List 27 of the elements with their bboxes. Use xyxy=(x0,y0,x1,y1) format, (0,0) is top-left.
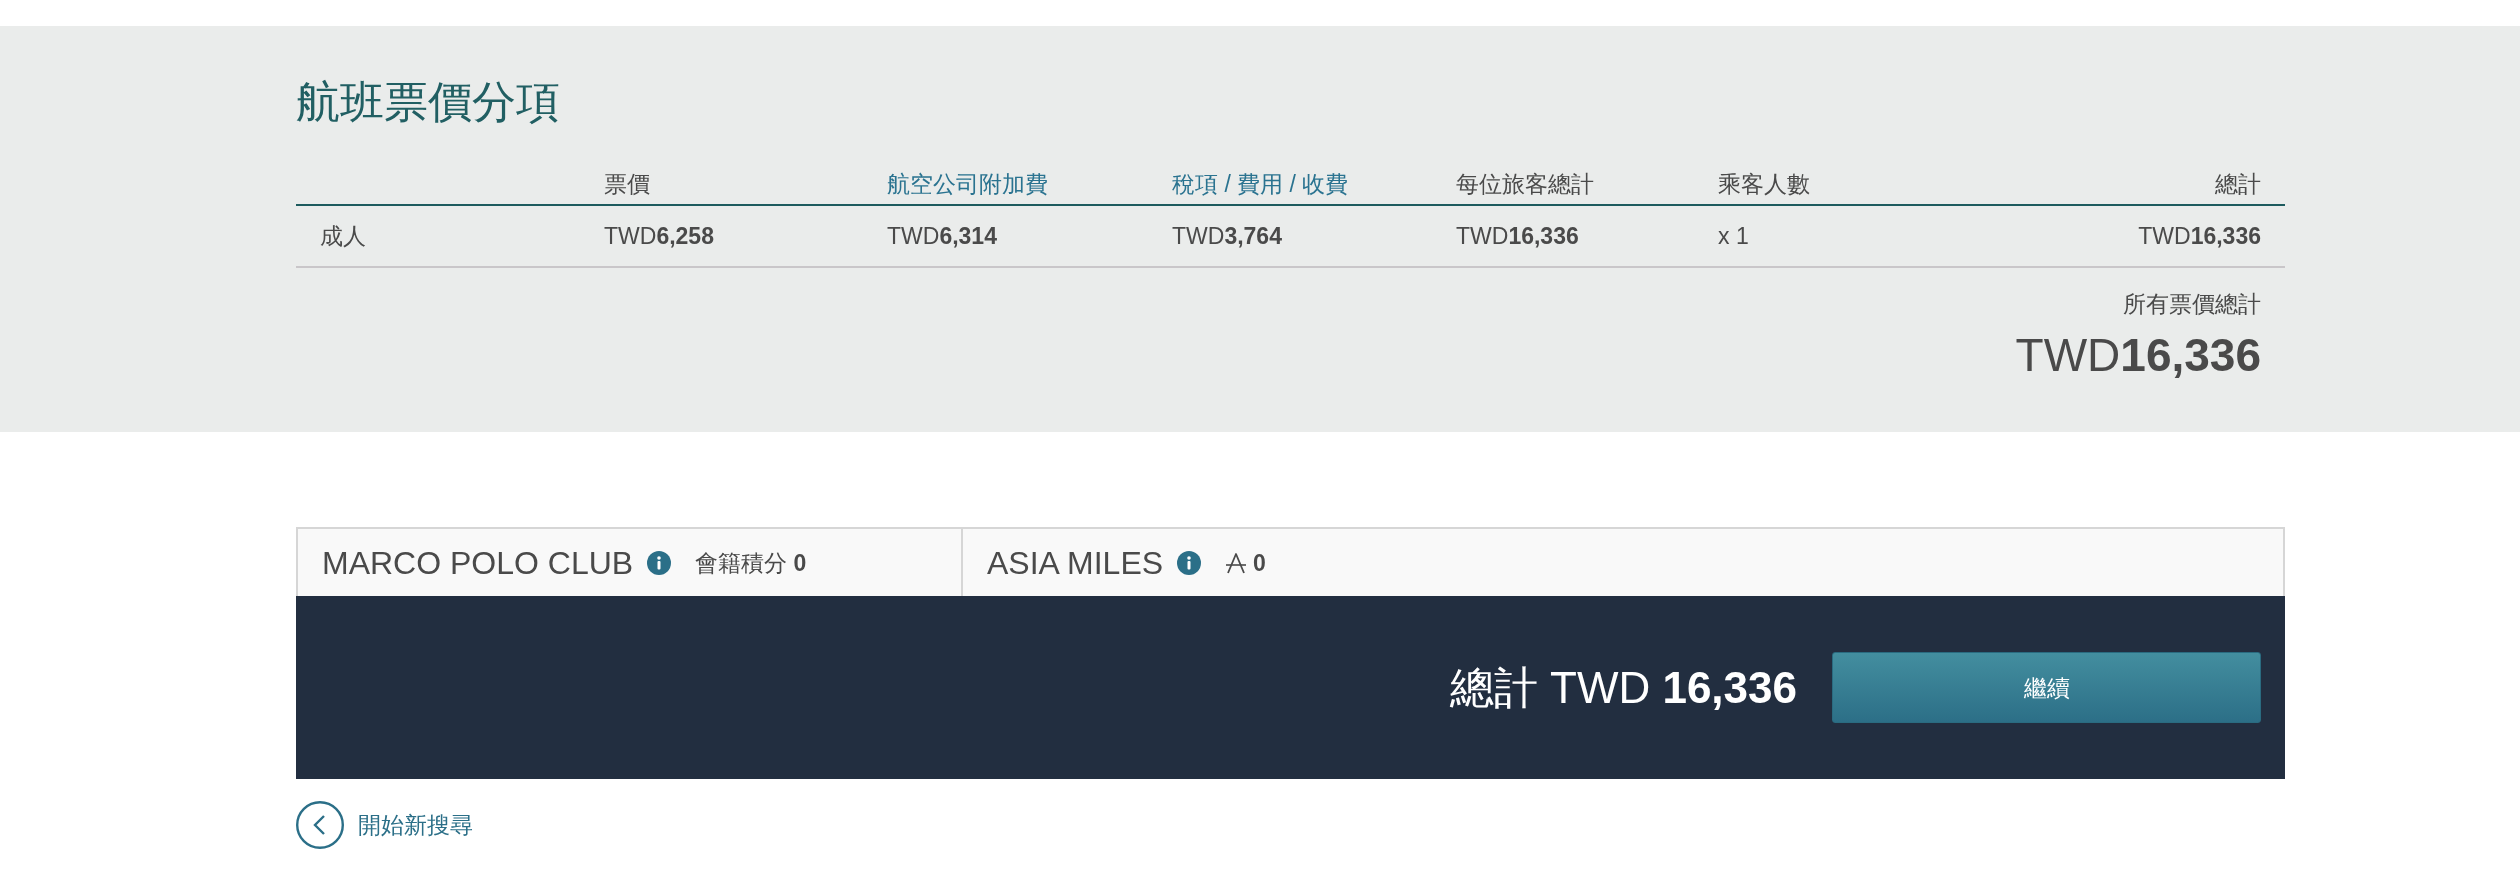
table-cell-text: TWD6,258 xyxy=(603,222,714,251)
points-value: 會籍積分 0 xyxy=(695,548,807,578)
column-header-link[interactable]: 稅項 / 費用 / 收費 xyxy=(1148,169,1349,199)
column-header: 票價 xyxy=(603,170,650,199)
row-label: 成人 xyxy=(319,222,366,251)
miles-symbol-icon xyxy=(1225,551,1248,574)
column-header: 總計 xyxy=(2215,170,2262,199)
table-cell-text: TWD3,764 xyxy=(1171,222,1282,251)
checkout-total: 總計 TWD 16,336 xyxy=(1449,661,1797,714)
program-name: MARCO POLO CLUB xyxy=(322,543,634,583)
table-cell-text: TWD6,314 xyxy=(886,222,997,251)
info-icon[interactable] xyxy=(647,550,672,575)
section-title: 航班票價分項 xyxy=(296,76,560,128)
grand-total-label: 所有票價總計 xyxy=(2123,290,2261,319)
new-search-link[interactable]: 開始新搜尋 xyxy=(296,801,473,849)
continue-button[interactable]: 繼續 xyxy=(1832,652,2261,723)
info-icon[interactable] xyxy=(1177,550,1202,575)
program-name: ASIA MILES xyxy=(987,543,1164,583)
miles-value: 0 xyxy=(1253,548,1266,578)
column-header: 乘客人數 xyxy=(1717,170,1810,199)
grand-total-amount: TWD16,336 xyxy=(2015,329,2261,381)
table-cell-text: x 1 xyxy=(1717,222,1749,251)
column-header-link[interactable]: 航空公司附加費 xyxy=(863,169,1048,199)
column-header: 每位旅客總計 xyxy=(1455,170,1594,199)
table-cell-text: TWD16,336 xyxy=(2138,222,2262,251)
table-cell-text: TWD16,336 xyxy=(1455,222,1579,251)
chevron-left-circle-icon xyxy=(296,801,344,849)
